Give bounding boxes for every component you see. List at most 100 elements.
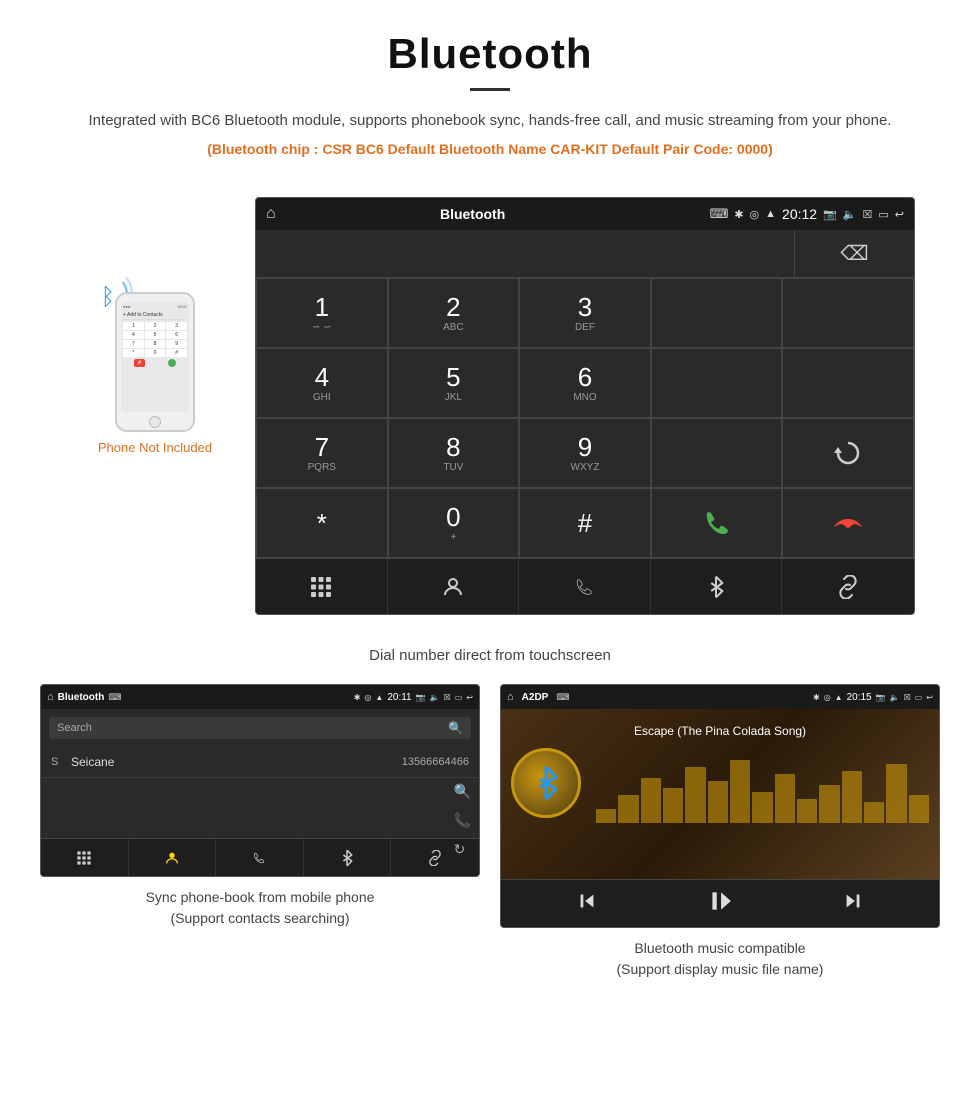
phone-home-button <box>149 416 161 428</box>
key-8[interactable]: 8 TUV <box>388 418 520 488</box>
status-title: Bluetooth <box>255 206 704 222</box>
backspace-button[interactable]: ⌫ <box>794 230 914 277</box>
phone-mini-key-6: 6 <box>166 331 187 339</box>
key-7[interactable]: 7 PQRS <box>256 418 388 488</box>
phonebook-search-area: Search 🔍 <box>41 709 479 747</box>
music-statusbar: ⌂ A2DP ⌨ ✱ ◎ ▲ 20:15 📷 🔈 ☒ ▭ ↩ <box>501 685 939 709</box>
key-star[interactable]: * <box>256 488 388 558</box>
phonebook-screen: ⌂ Bluetooth ⌨ ✱ ◎ ▲ 20:11 📷 🔈 ☒ ▭ ↩ <box>40 684 480 877</box>
contact-list-space: 🔍 📞 ↻ <box>41 778 479 838</box>
key-2[interactable]: 2 ABC <box>388 278 520 348</box>
play-pause-button[interactable] <box>707 888 733 919</box>
search-placeholder: Search <box>57 722 92 734</box>
nav-phone[interactable] <box>519 559 651 614</box>
music-x-icon: ☒ <box>904 693 911 702</box>
phone-mini-key-8: 8 <box>145 340 166 348</box>
phone-mini-key-star: * <box>123 349 144 357</box>
end-call-button[interactable] <box>782 488 914 558</box>
dial-bottom-nav <box>256 558 914 614</box>
phone-screen: ●●●MSG + Add to Contacts 1 2 3 4 5 6 7 8… <box>121 302 189 412</box>
phonebook-caption-line2: (Support contacts searching) <box>171 910 350 926</box>
phone-end-btn: ✗ <box>134 359 144 367</box>
key-empty-1 <box>651 278 783 348</box>
pb-title: Bluetooth <box>58 692 105 703</box>
pb-phone-icon <box>251 850 267 866</box>
eq-bar-9 <box>775 774 795 823</box>
pb-nav-phone[interactable] <box>216 839 304 876</box>
nav-link[interactable] <box>782 559 914 614</box>
music-bt-icon: ✱ <box>813 693 820 702</box>
link-nav-icon <box>836 575 860 599</box>
pb-nav-bluetooth[interactable] <box>304 839 392 876</box>
music-album-art <box>511 748 581 818</box>
nav-dialpad[interactable] <box>256 559 388 614</box>
music-status-right: ✱ ◎ ▲ 20:15 📷 🔈 ☒ ▭ ↩ <box>813 692 933 703</box>
music-sig-icon: ▲ <box>835 693 843 702</box>
next-track-button[interactable] <box>842 890 864 917</box>
eq-bar-7 <box>730 760 750 823</box>
phone-mini-key-9: 9 <box>166 340 187 348</box>
pb-x-icon: ☒ <box>444 693 451 702</box>
equalizer-bars <box>596 753 929 823</box>
music-home-icon: ⌂ <box>507 691 514 703</box>
eq-bar-2 <box>618 795 638 823</box>
status-time: 20:12 <box>782 206 817 222</box>
phone-contact-add: + Add to Contacts <box>123 311 187 320</box>
key-0[interactable]: 0 + <box>388 488 520 558</box>
contact-letter: S <box>51 756 63 768</box>
eq-bar-1 <box>596 809 616 823</box>
music-caption: Bluetooth music compatible (Support disp… <box>500 938 940 980</box>
music-usb-icon: ⌨ <box>556 692 569 703</box>
phonebook-panel: ⌂ Bluetooth ⌨ ✱ ◎ ▲ 20:11 📷 🔈 ☒ ▭ ↩ <box>40 684 480 980</box>
pb-time: 20:11 <box>387 692 411 703</box>
key-4[interactable]: 4 GHI <box>256 348 388 418</box>
prev-track-button[interactable] <box>576 890 598 917</box>
nav-contacts[interactable] <box>388 559 520 614</box>
key-6[interactable]: 6 MNO <box>519 348 651 418</box>
redial-icon <box>832 437 864 469</box>
phone-mini-key-0: 0 <box>145 349 166 357</box>
key-empty-3 <box>651 348 783 418</box>
status-right: ✱ ◎ ▲ 20:12 📷 🔈 ☒ ▭ ↩ <box>734 206 904 222</box>
dial-number-display <box>256 230 794 277</box>
pb-win-icon: ▭ <box>455 693 463 702</box>
prev-icon <box>576 890 598 912</box>
search-side-icon: 🔍 <box>454 783 471 800</box>
call-icon <box>699 505 735 541</box>
key-1[interactable]: 1 ∽ ∽ <box>256 278 388 348</box>
key-hash[interactable]: # <box>519 488 651 558</box>
nav-bluetooth[interactable] <box>651 559 783 614</box>
phone-mini-key-4: 4 <box>123 331 144 339</box>
pb-nav-dialpad[interactable] <box>41 839 129 876</box>
pb-nav-contacts-active[interactable] <box>129 839 217 876</box>
music-main-area <box>511 748 929 828</box>
phone-mini-key-5: 5 <box>145 331 166 339</box>
pb-bottom-nav <box>41 838 479 876</box>
eq-bar-12 <box>842 771 862 824</box>
key-3[interactable]: 3 DEF <box>519 278 651 348</box>
pb-vol-icon: 🔈 <box>430 693 440 702</box>
music-win-icon: ▭ <box>915 693 923 702</box>
dial-grid: 1 ∽ ∽ 2 ABC 3 DEF 4 GHI 5 JKL <box>256 278 914 558</box>
music-title: A2DP <box>522 692 549 703</box>
pb-back-icon: ↩ <box>466 693 473 702</box>
dial-screen: ⌂ Bluetooth ⌨ ✱ ◎ ▲ 20:12 📷 🔈 ☒ ▭ ↩ ⌫ <box>255 197 915 615</box>
key-5[interactable]: 5 JKL <box>388 348 520 418</box>
contacts-icon <box>441 575 465 599</box>
bluetooth-nav-icon <box>706 575 726 599</box>
phone-not-included-label: Phone Not Included <box>98 440 212 455</box>
dial-display-row: ⌫ <box>256 230 914 278</box>
pb-usb-icon: ⌨ <box>108 692 121 703</box>
pb-link-icon <box>427 850 443 866</box>
key-9[interactable]: 9 WXYZ <box>519 418 651 488</box>
music-screen: ⌂ A2DP ⌨ ✱ ◎ ▲ 20:15 📷 🔈 ☒ ▭ ↩ Escape (T… <box>500 684 940 928</box>
redial-button[interactable] <box>782 418 914 488</box>
pb-sig-icon: ▲ <box>375 693 383 702</box>
call-button[interactable] <box>651 488 783 558</box>
pb-cam-icon: 📷 <box>416 693 426 702</box>
pb-dialpad-icon <box>76 850 92 866</box>
screen-statusbar: ⌂ Bluetooth ⌨ ✱ ◎ ▲ 20:12 📷 🔈 ☒ ▭ ↩ <box>256 198 914 230</box>
phone-illustration: ᛒ ●●●MSG + Add to Contacts 1 2 3 4 <box>100 257 210 432</box>
contact-name: Seicane <box>71 755 402 769</box>
pb-loc-icon: ◎ <box>364 693 371 702</box>
